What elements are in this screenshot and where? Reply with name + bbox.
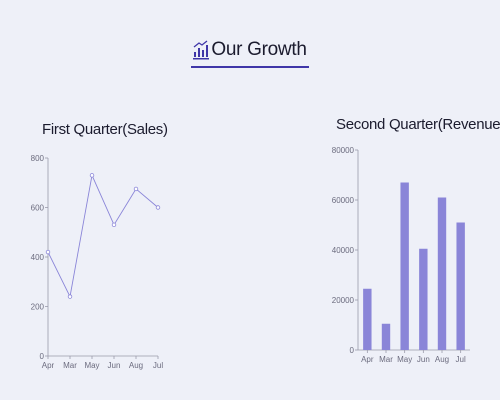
x-tick-label: Jun	[417, 355, 430, 364]
revenue-bar	[437, 197, 447, 350]
x-tick-label: Mar	[379, 355, 393, 364]
y-tick-label: 20000	[332, 296, 355, 305]
x-tick-label: Aug	[435, 355, 449, 364]
revenue-bar	[363, 288, 372, 350]
x-tick-label: May	[397, 355, 412, 364]
y-tick-label: 60000	[332, 196, 355, 205]
y-tick-label: 0	[350, 346, 355, 355]
y-tick-label: 80000	[332, 146, 355, 155]
revenue-bar	[419, 248, 428, 350]
x-tick-label: Apr	[361, 355, 374, 364]
x-tick-label: Jul	[456, 355, 466, 364]
revenue-bar	[400, 182, 409, 350]
revenue-bar-chart: 0 20000 40000 60000 80000 Apr Mar May Jun Aug Jul	[332, 146, 470, 364]
revenue-bar	[456, 222, 465, 350]
y-tick-label: 40000	[332, 246, 355, 255]
revenue-bar	[381, 323, 391, 350]
